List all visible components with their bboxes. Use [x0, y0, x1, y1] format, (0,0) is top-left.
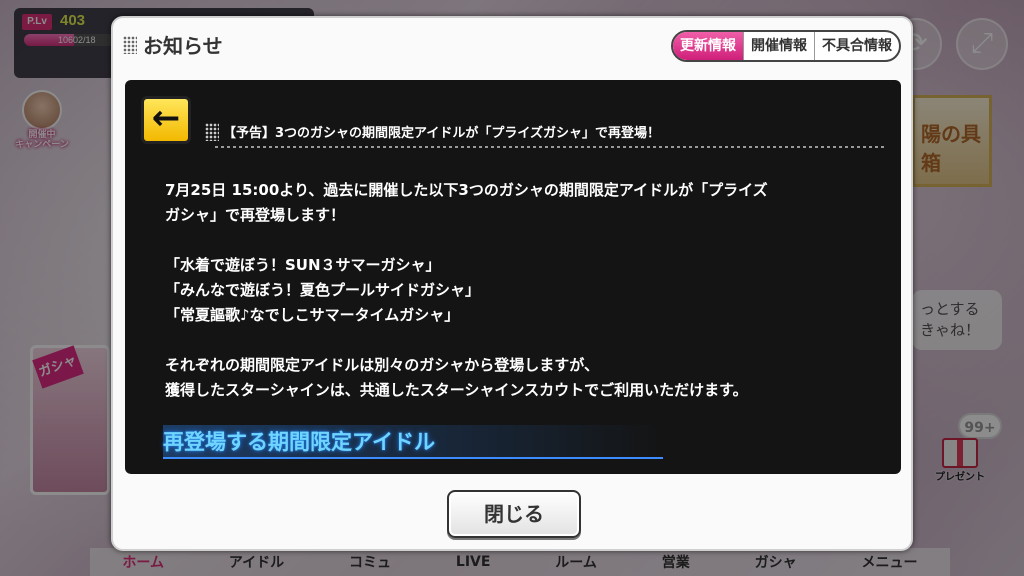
dialog-title-text: お知らせ [143, 34, 223, 58]
grip-icon [123, 35, 137, 54]
article-header: 【予告】3つのガシャの期間限定アイドルが「プライズガシャ」で再登場！ [205, 122, 885, 141]
article-body: 7月25日 15:00より、過去に開催した以下3つのガシャの期間限定アイドルが「… [165, 178, 885, 403]
tab-updates[interactable]: 更新情報 [673, 32, 743, 60]
grip-icon [205, 122, 219, 141]
tab-events[interactable]: 開催情報 [743, 32, 814, 60]
header-divider [215, 146, 885, 148]
back-button[interactable]: ← [141, 96, 191, 144]
gacha-list-item: 「水着で遊ぼう！SUN３サマーガシャ」 [165, 256, 441, 274]
notice-dialog: お知らせ 更新情報 開催情報 不具合情報 ← 【予告】3つのガシャの期間限定アイ… [111, 16, 913, 551]
body-line: 獲得したスターシャインは、共通したスターシャインスカウトでご利用いただけます。 [165, 381, 748, 399]
article-title: 【予告】3つのガシャの期間限定アイドルが「プライズガシャ」で再登場！ [223, 126, 661, 141]
tab-bugs[interactable]: 不具合情報 [814, 32, 899, 60]
gacha-list-item: 「みんなで遊ぼう！夏色プールサイドガシャ」 [165, 281, 481, 299]
body-line: ガシャ」で再登場します！ [165, 206, 346, 224]
body-line: それぞれの期間限定アイドルは別々のガシャから登場しますが、 [165, 356, 599, 374]
notice-content-panel[interactable]: ← 【予告】3つのガシャの期間限定アイドルが「プライズガシャ」で再登場！ 7月2… [125, 80, 901, 474]
notice-tabs: 更新情報 開催情報 不具合情報 [671, 30, 901, 62]
gacha-list-item: 「常夏謳歌♪なでしこサマータイムガシャ」 [165, 306, 460, 324]
body-line: 7月25日 15:00より、過去に開催した以下3つのガシャの期間限定アイドルが「… [165, 181, 768, 199]
close-button[interactable]: 閉じる [447, 490, 581, 538]
section-heading: 再登場する期間限定アイドル [163, 425, 663, 459]
dialog-title: お知らせ [123, 30, 223, 59]
